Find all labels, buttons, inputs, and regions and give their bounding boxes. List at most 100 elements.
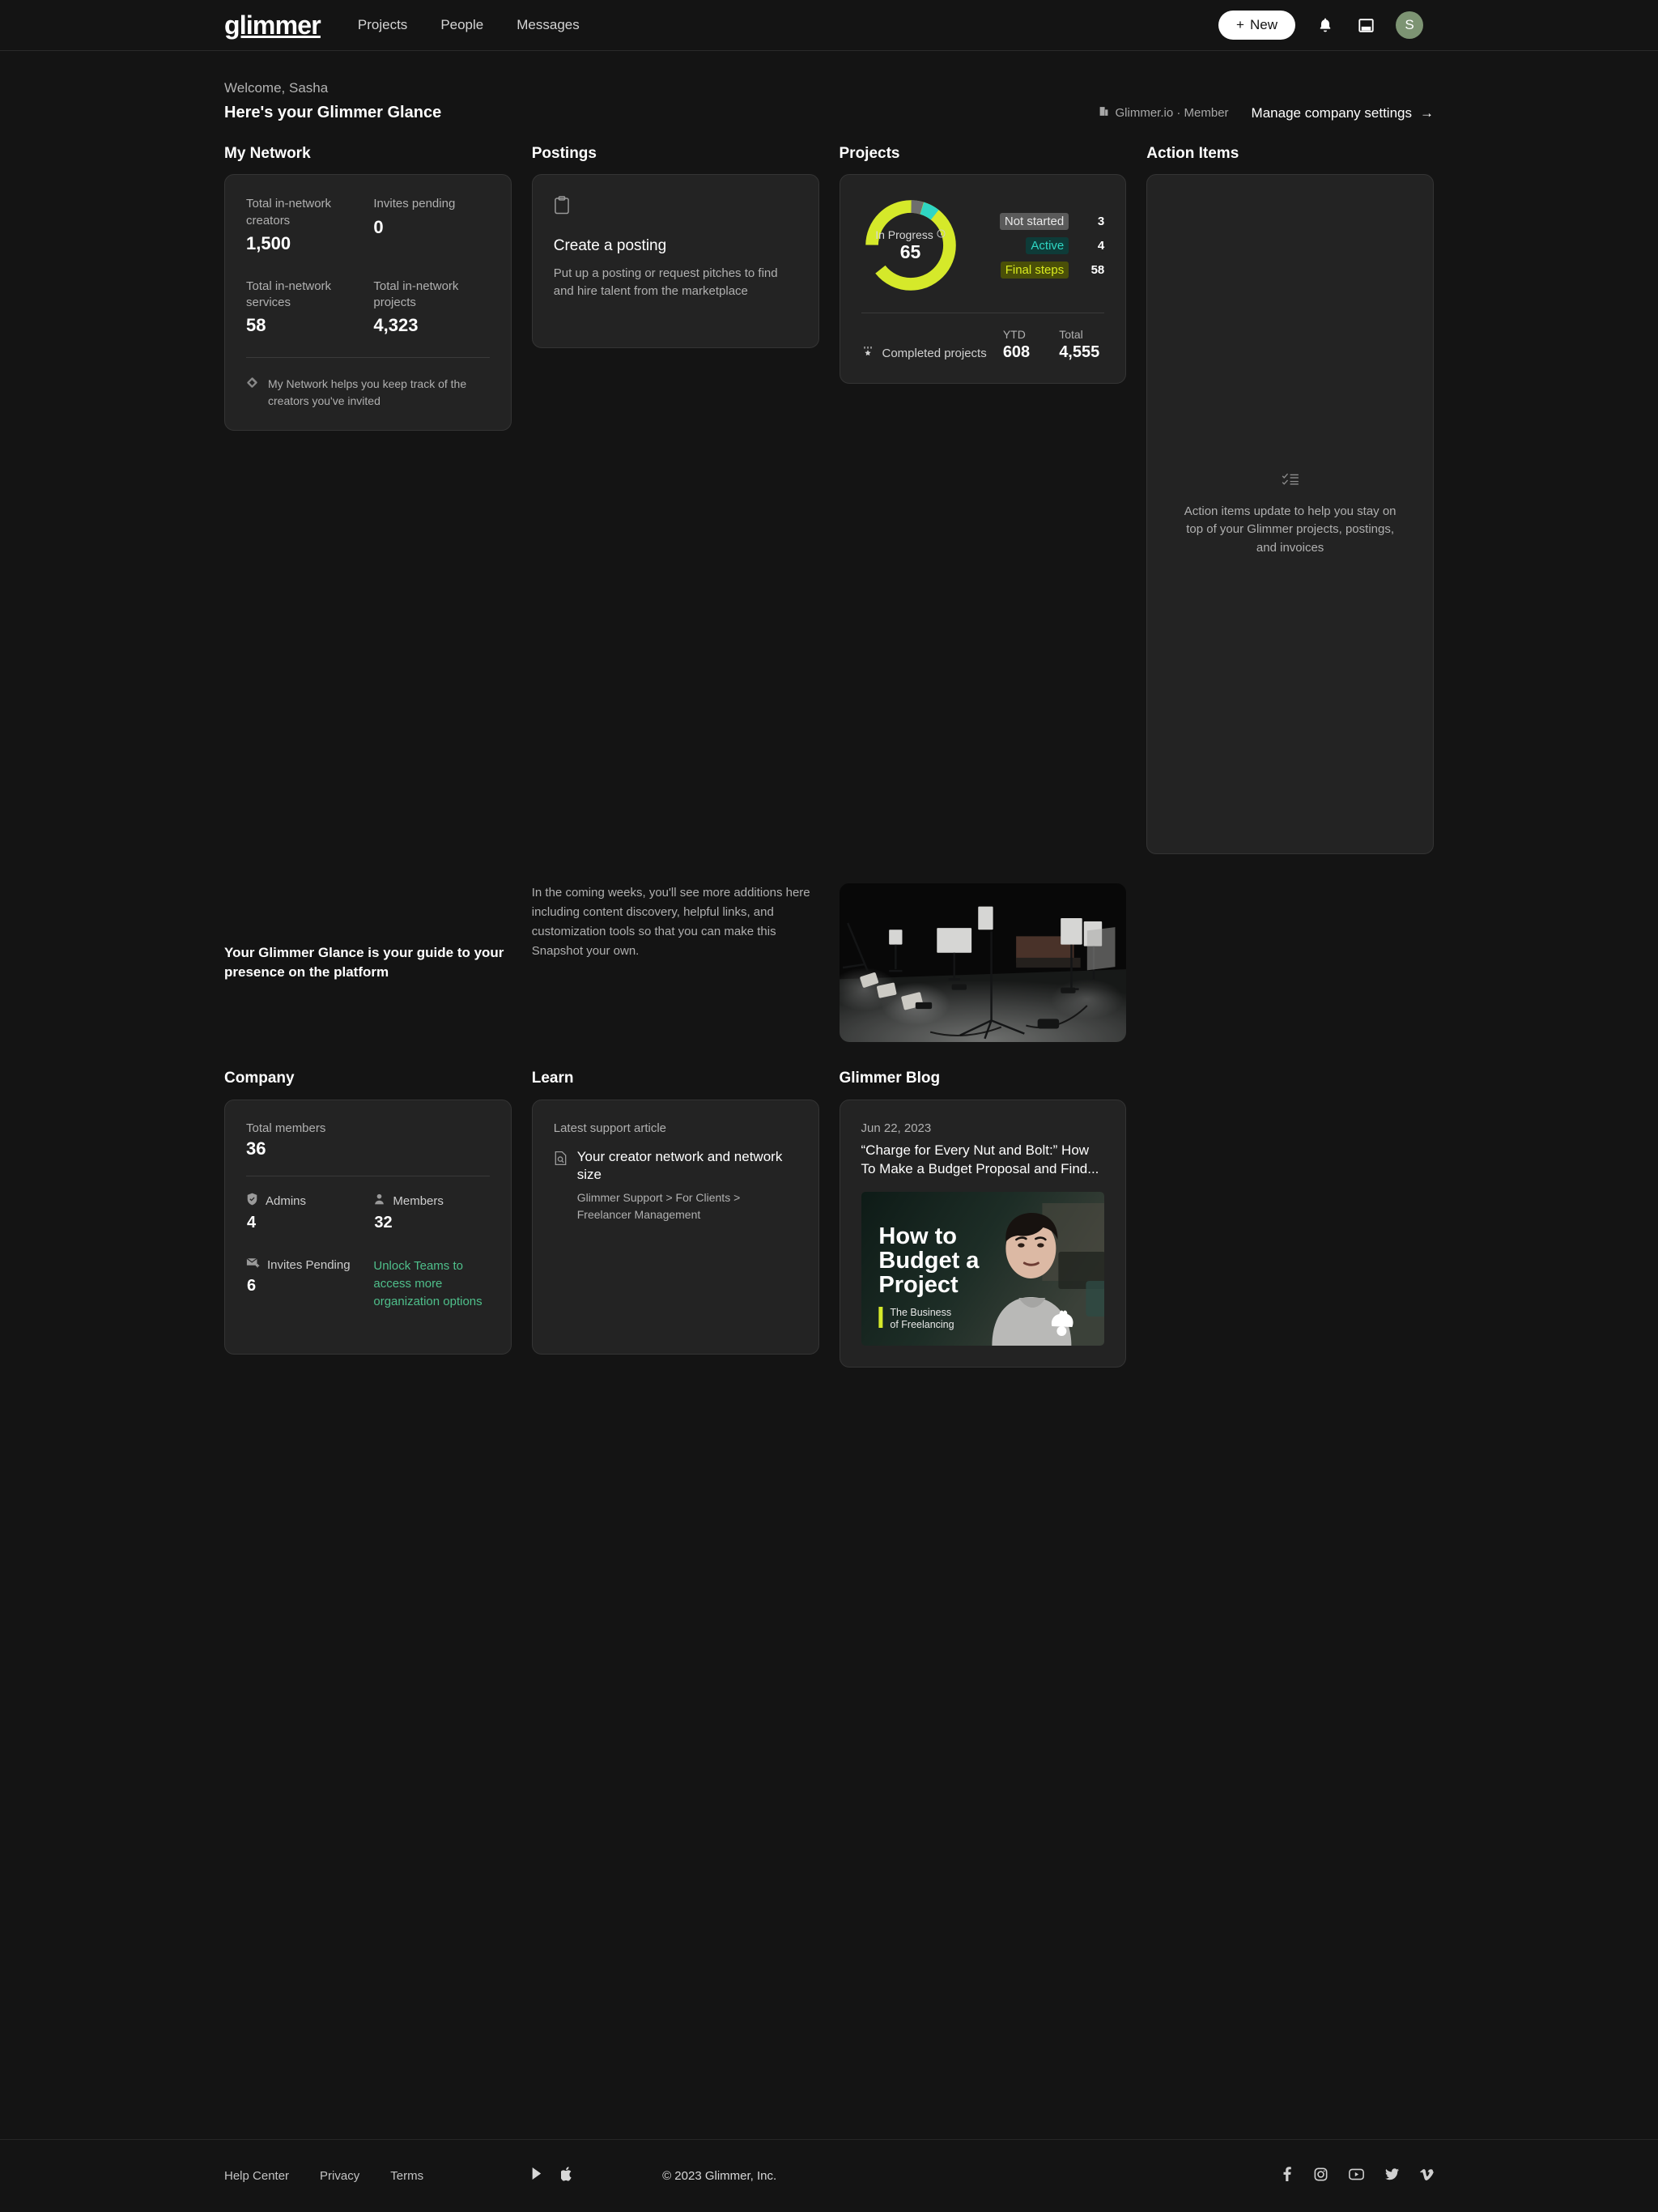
company-item-value: 32 [374, 1214, 393, 1232]
inbox-icon[interactable] [1355, 15, 1376, 36]
my-network-stats: Total in-network creators 1,500 Invites … [246, 196, 490, 336]
plus-icon: + [1236, 17, 1244, 32]
footer-link-help-center[interactable]: Help Center [224, 2169, 289, 2183]
completed-projects-row: Completed projects YTD 608 Total 4,555 [861, 328, 1105, 362]
legend-value: 4 [1097, 238, 1105, 253]
legend-row-active: Active 4 [1000, 236, 1105, 254]
bell-icon[interactable] [1315, 15, 1336, 36]
company-item-label: Members [393, 1194, 444, 1209]
company-item-value: 4 [247, 1214, 257, 1232]
my-network-section: My Network Total in-network creators 1,5… [224, 145, 512, 855]
postings-heading: Postings [531, 144, 597, 162]
nav-link-messages[interactable]: Messages [517, 17, 579, 33]
postings-section: Postings Create a posting Put up a posti… [531, 144, 819, 855]
page-footer: Help Center Privacy Terms © 2023 Glimmer… [0, 2139, 1658, 2212]
greeting-block: Welcome, Sasha Here's your Glimmer Glanc… [224, 78, 441, 125]
brand-logo[interactable]: glimmer [224, 11, 321, 40]
trophy-icon [861, 345, 874, 362]
building-icon [1099, 106, 1109, 120]
action-items-card: Action items update to help you stay on … [1146, 174, 1434, 855]
projects-heading: Projects [839, 144, 900, 162]
create-posting-description: Put up a posting or request pitches to f… [553, 266, 778, 299]
vimeo-icon[interactable] [1420, 2168, 1434, 2184]
company-section: Company Total members 36 Admins 4 Member… [224, 1070, 512, 1368]
manage-label: Manage company settings [1251, 104, 1412, 121]
info-icon[interactable] [937, 229, 946, 240]
legend-value: 3 [1097, 214, 1105, 228]
company-item-value: 6 [247, 1277, 257, 1295]
header-actions: Glimmer.io · Member Manage company setti… [1099, 105, 1434, 125]
postings-card[interactable]: Create a posting Put up a posting or req… [531, 174, 819, 349]
twitter-icon[interactable] [1385, 2167, 1399, 2184]
thumb-series-1: The Business [890, 1307, 951, 1318]
dashboard-bottom-grid: Company Total members 36 Admins 4 Member… [224, 1070, 1434, 1368]
company-card: Total members 36 Admins 4 Members 32 Inv… [224, 1100, 512, 1355]
learn-card: Latest support article Your creator netw… [531, 1100, 819, 1355]
stat-total-projects: Total in-network projects 4,323 [373, 279, 489, 337]
google-play-icon[interactable] [531, 2167, 543, 2185]
stat-total-creators: Total in-network creators 1,500 [246, 196, 362, 254]
company-members: Members 32 [373, 1193, 489, 1232]
clipboard-icon [554, 196, 797, 219]
company-item-head: Members [373, 1193, 489, 1210]
nav-actions: + New S [1218, 11, 1423, 40]
metric-value: 4,555 [1059, 343, 1100, 362]
arrow-right-icon: → [1420, 104, 1434, 121]
stat-value: 58 [246, 315, 266, 336]
blog-section: Glimmer Blog Jun 22, 2023 “Charge for Ev… [839, 1070, 1127, 1368]
create-posting-title: Create a posting [553, 237, 667, 255]
divider [246, 357, 490, 359]
blog-card[interactable]: Jun 22, 2023 “Charge for Every Nut and B… [839, 1100, 1127, 1368]
avatar[interactable]: S [1396, 11, 1423, 39]
glance-info-row: Your Glimmer Glance is your guide to you… [224, 883, 1434, 1043]
youtube-icon[interactable] [1349, 2168, 1364, 2184]
org-label: Glimmer.io · Member [1115, 106, 1229, 120]
company-admins: Admins 4 [246, 1193, 362, 1232]
projects-card: In Progress 65 Not started 3 Active 4 Fi… [839, 174, 1127, 385]
legend-chip: Not started [999, 212, 1069, 230]
learn-article[interactable]: Your creator network and network size Gl… [554, 1148, 797, 1223]
thumb-line-3: Project [878, 1272, 959, 1298]
page-title: Here's your Glimmer Glance [224, 103, 442, 121]
primary-nav-links: Projects People Messages [358, 17, 580, 33]
company-item-label: Invites Pending [267, 1257, 351, 1272]
glance-body: In the coming weeks, you'll see more add… [531, 886, 810, 959]
donut-value: 65 [899, 241, 921, 263]
stat-label: Total in-network projects [373, 279, 459, 310]
projects-chart-row: In Progress 65 Not started 3 Active 4 Fi… [861, 196, 1105, 295]
footer-link-terms[interactable]: Terms [390, 2169, 423, 2183]
instagram-icon[interactable] [1314, 2167, 1328, 2185]
nav-link-people[interactable]: People [440, 17, 483, 33]
action-items-heading: Action Items [1146, 144, 1239, 162]
stat-label: Invites pending [373, 197, 456, 211]
footer-links: Help Center Privacy Terms [224, 2169, 423, 2183]
my-network-heading: My Network [224, 144, 311, 162]
company-invites-pending: Invites Pending 6 [246, 1257, 362, 1310]
manage-company-settings-link[interactable]: Manage company settings → [1252, 105, 1434, 121]
apple-icon[interactable] [559, 2167, 573, 2185]
learn-section: Learn Latest support article Your creato… [531, 1070, 819, 1368]
legend-value: 58 [1090, 262, 1105, 277]
new-button[interactable]: + New [1218, 11, 1295, 40]
blog-title: “Charge for Every Nut and Bolt:” How To … [861, 1142, 1099, 1177]
total-members-label: Total members [246, 1121, 326, 1136]
metric-value: 608 [1002, 343, 1031, 362]
copyright-text: © 2023 Glimmer, Inc. [662, 2169, 777, 2183]
facebook-icon[interactable] [1282, 2167, 1293, 2185]
stat-value: 4,323 [373, 315, 419, 336]
legend-row-final-steps: Final steps 58 [1000, 261, 1105, 279]
total-members-value: 36 [246, 1138, 266, 1159]
blog-thumbnail: How to Budget a Project The Business of … [861, 1191, 1105, 1346]
nav-link-projects[interactable]: Projects [358, 17, 407, 33]
learn-article-title: Your creator network and network size [576, 1149, 783, 1183]
new-button-label: New [1249, 17, 1278, 32]
app-store-badges [531, 2167, 573, 2185]
network-badge-icon [246, 376, 258, 393]
footer-link-privacy[interactable]: Privacy [320, 2169, 359, 2183]
learn-article-text: Your creator network and network size Gl… [577, 1148, 797, 1223]
donut-label-text: In Progress [875, 228, 933, 242]
unlock-teams-link[interactable]: Unlock Teams to access more organization… [373, 1257, 489, 1310]
org-badge: Glimmer.io · Member [1099, 106, 1229, 120]
mid-spacer [1146, 883, 1434, 1042]
donut-center-label: In Progress 65 [861, 196, 960, 295]
